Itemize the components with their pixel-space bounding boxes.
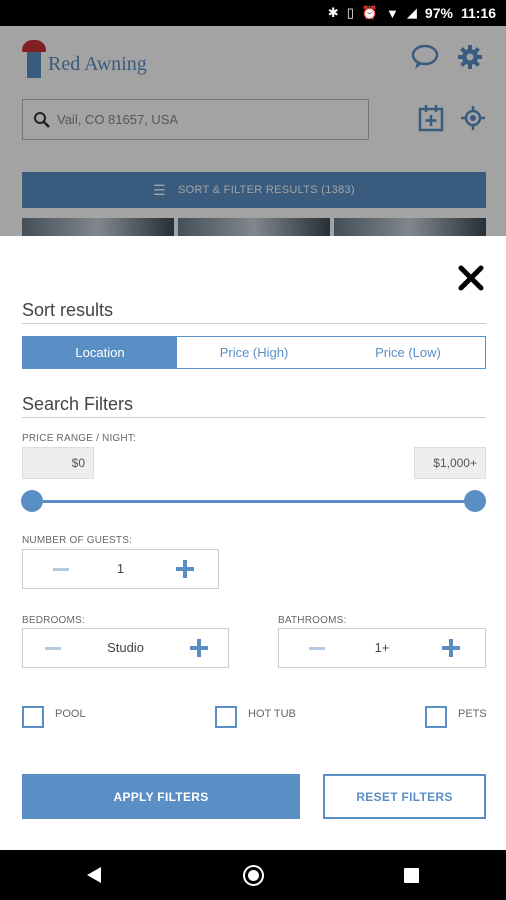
bathrooms-stepper: 1+ [278, 628, 486, 668]
bedrooms-stepper: Studio [22, 628, 229, 668]
sort-option-location[interactable]: Location [23, 337, 177, 368]
battery-percent: 97% [424, 5, 453, 21]
hot-tub-checkbox[interactable] [215, 706, 237, 728]
price-slider-min-handle[interactable] [21, 490, 43, 512]
recent-apps-icon[interactable] [404, 868, 419, 883]
price-slider-track[interactable] [32, 500, 476, 503]
price-max-field[interactable]: $1,000+ [414, 447, 486, 479]
price-range-label: PRICE RANGE / NIGHT: [22, 433, 137, 444]
bathrooms-increment-button[interactable] [442, 639, 460, 657]
sort-results-heading: Sort results [22, 300, 114, 320]
status-bar: ✱ ▯ ⏰ ▼ ◢ 97% 11:16 [0, 0, 506, 26]
bathrooms-label: BATHROOMS: [278, 615, 347, 626]
system-nav-bar [0, 850, 506, 900]
sort-option-price-low[interactable]: Price (Low) [331, 337, 485, 368]
price-min-field[interactable]: $0 [22, 447, 94, 479]
guests-increment-button[interactable] [176, 560, 194, 578]
sort-option-price-high[interactable]: Price (High) [177, 337, 331, 368]
vibrate-icon: ▯ [346, 5, 354, 20]
bedrooms-increment-button[interactable] [190, 639, 208, 657]
guests-label: NUMBER OF GUESTS: [22, 535, 133, 546]
clock: 11:16 [460, 5, 496, 21]
modal-backdrop[interactable] [0, 26, 506, 236]
apply-filters-button[interactable]: APPLY FILTERS [22, 774, 300, 819]
divider [22, 323, 486, 324]
pets-checkbox[interactable] [425, 706, 447, 728]
reset-filters-button[interactable]: RESET FILTERS [323, 774, 486, 819]
pool-checkbox[interactable] [22, 706, 44, 728]
pool-label: POOL [55, 708, 86, 720]
wifi-icon: ▼ [386, 5, 399, 21]
back-icon[interactable] [87, 867, 101, 883]
hot-tub-label: HOT TUB [248, 708, 296, 720]
pets-label: PETS [458, 708, 487, 720]
alarm-icon: ⏰ [361, 5, 379, 20]
search-filters-heading: Search Filters [22, 394, 134, 414]
filter-sheet: Sort results Location Price (High) Price… [0, 236, 506, 850]
divider [22, 417, 486, 418]
sort-segmented-control: Location Price (High) Price (Low) [22, 336, 486, 369]
guests-stepper: 1 [22, 549, 219, 589]
close-icon[interactable] [457, 264, 485, 292]
home-icon[interactable] [243, 865, 264, 886]
bedrooms-label: BEDROOMS: [22, 615, 85, 626]
bluetooth-icon: ✱ [327, 5, 339, 20]
signal-icon: ◢ [406, 5, 417, 20]
price-slider-max-handle[interactable] [464, 490, 486, 512]
